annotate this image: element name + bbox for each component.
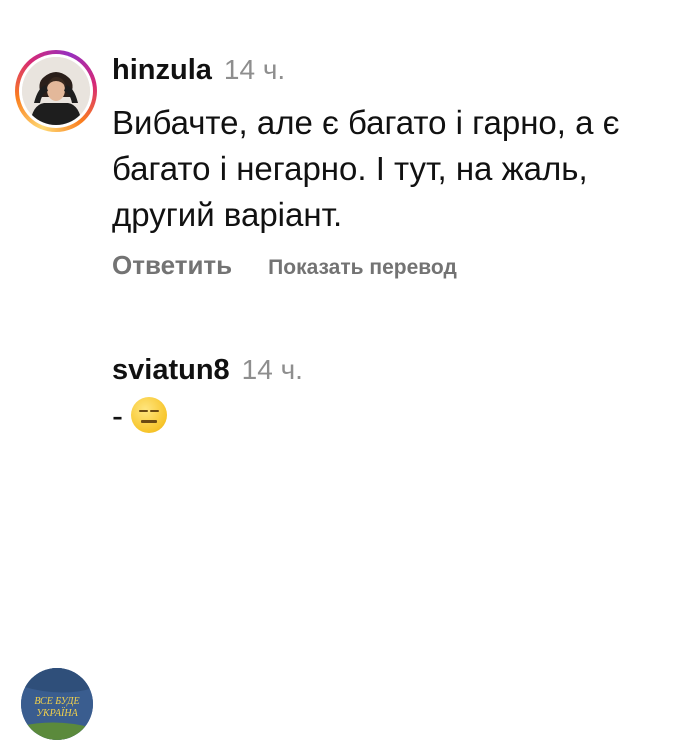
- avatar[interactable]: ВСЕ БУДЕ УКРАЇНА: [21, 668, 93, 740]
- comment-text-body: -: [112, 397, 123, 434]
- username[interactable]: sviatun8: [112, 354, 230, 387]
- story-ring-avatar[interactable]: [15, 50, 97, 132]
- username[interactable]: hinzula: [112, 54, 212, 87]
- avatar-text-line1: ВСЕ БУДЕ: [34, 696, 79, 707]
- expressionless-face-icon: [131, 397, 167, 433]
- comment-text: Вибачте, але є багато і гарно, а є багат…: [112, 104, 620, 233]
- timestamp: 14 ч.: [223, 54, 286, 85]
- vse-bude-ukraina-avatar-icon: ВСЕ БУДЕ УКРАЇНА: [21, 668, 93, 740]
- timestamp: 14 ч.: [241, 354, 303, 385]
- comment: hinzula 14 ч. Вибачте, але є багато і га…: [0, 0, 700, 320]
- avatar: [22, 57, 90, 125]
- comment-actions: Ответить Показать перевод: [112, 250, 457, 281]
- comment-text: -: [112, 393, 672, 439]
- avatar-text-line2: УКРАЇНА: [36, 707, 78, 719]
- comment: ВСЕ БУДЕ УКРАЇНА sviatun8 14 ч. -: [0, 320, 700, 740]
- translate-button[interactable]: Показать перевод: [268, 256, 457, 280]
- reply-button[interactable]: Ответить: [112, 250, 232, 281]
- comment-header: hinzula 14 ч.: [112, 54, 285, 87]
- person-photo-icon: [22, 57, 90, 125]
- comment-header: sviatun8 14 ч.: [112, 354, 303, 387]
